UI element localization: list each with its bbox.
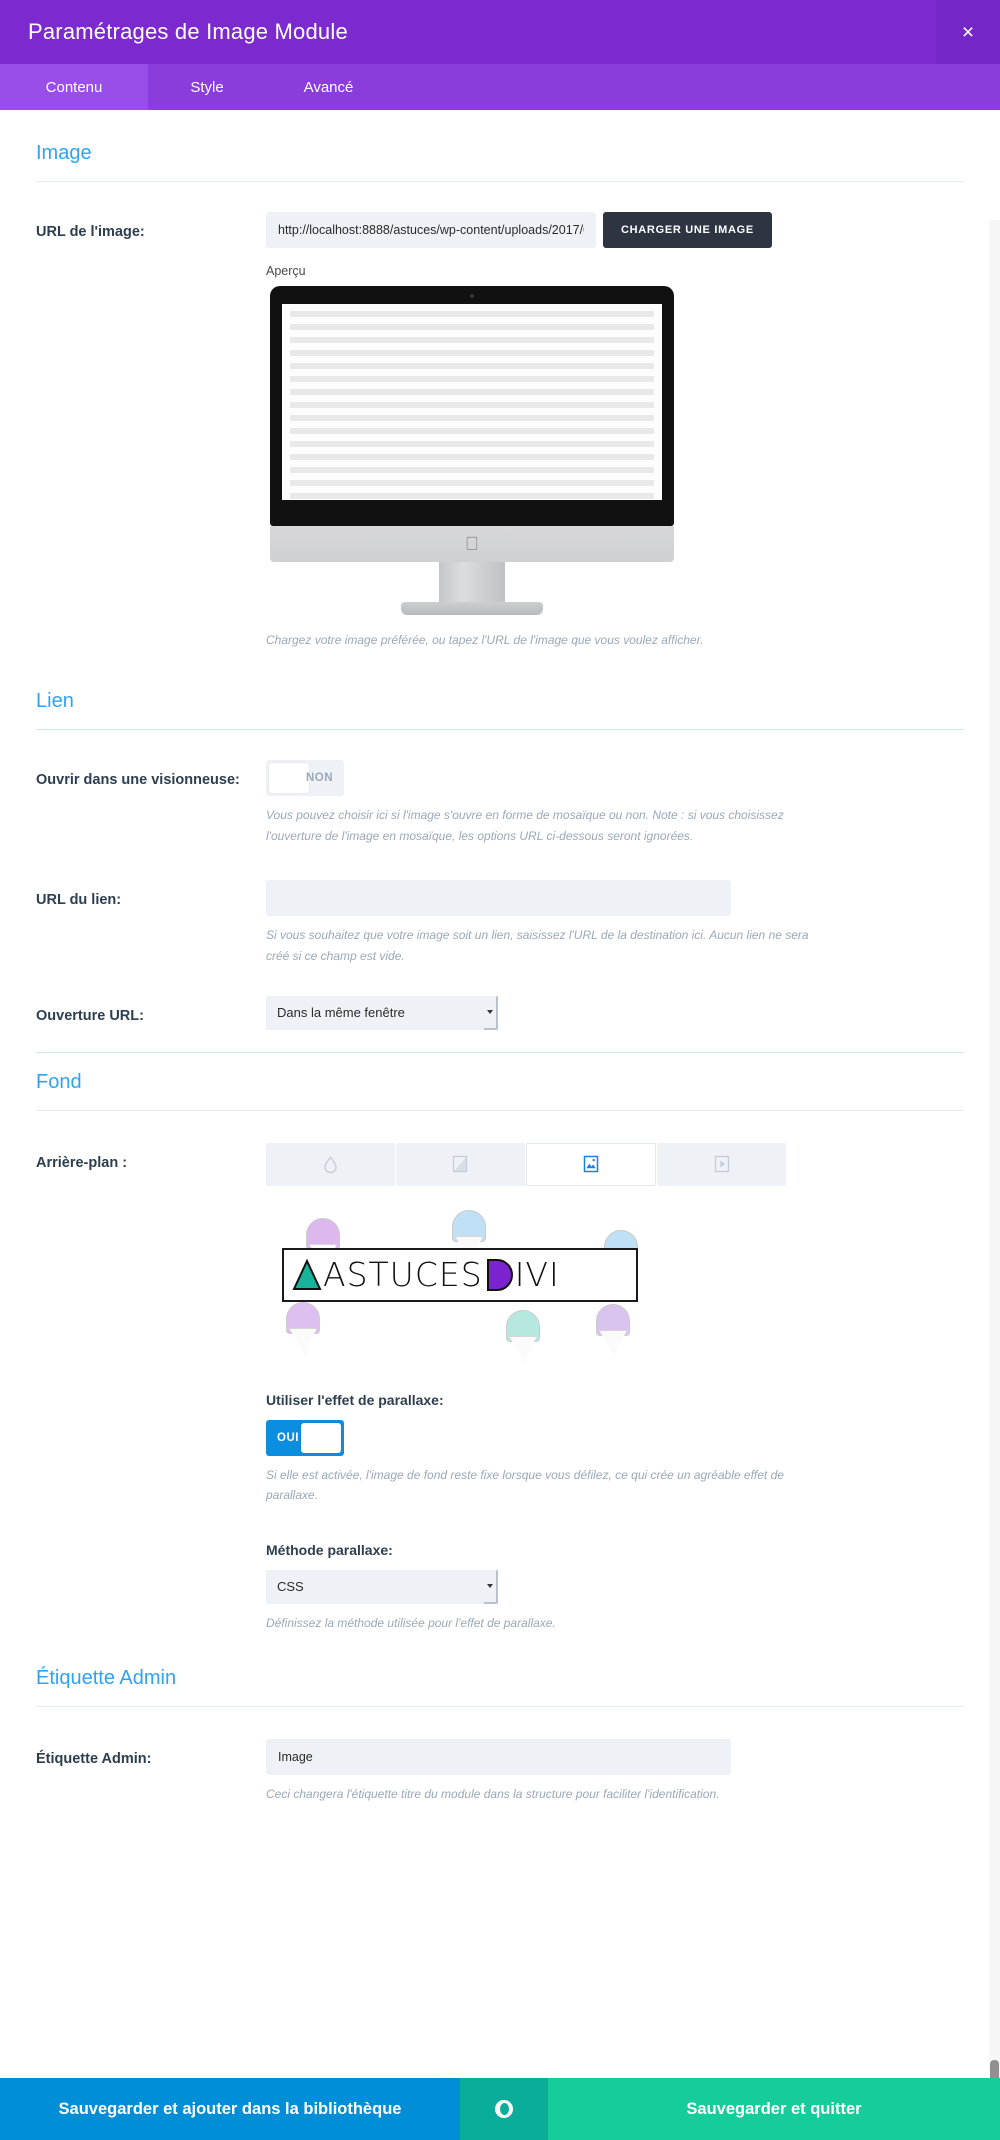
field-background: Arrière-plan : ASTUCES IVI Utiliser l'ef… [36,1111,964,1633]
parallax-method-value: CSS [266,1569,498,1604]
field-label-link-url: URL du lien: [36,892,122,909]
image-icon [583,1156,599,1173]
triangle-logo-icon [292,1258,322,1290]
logo-text: ASTUCES IVI [284,1258,560,1291]
tab-avance[interactable]: Avancé [266,64,391,110]
imac-stand-foot [401,602,543,615]
decor-cone [506,1309,540,1362]
imac-body [270,286,674,526]
field-label-admin: Étiquette Admin: [36,1751,152,1768]
section-title-fond: Fond [36,1070,82,1093]
image-preview:  [266,286,678,616]
background-gradient-tab[interactable] [395,1142,525,1186]
save-to-library-button[interactable]: Sauvegarder et ajouter dans la bibliothè… [0,2078,460,2140]
help-link-url: Si vous souhaitez que votre image soit u… [266,928,809,963]
help-parallax: Si elle est activée, l'image de fond res… [266,1467,784,1503]
logo-letter-d [486,1258,513,1291]
preview-label: Aperçu [266,264,306,278]
background-image-tab[interactable] [525,1142,657,1186]
save-and-exit-button[interactable]: Sauvegarder et quitter [548,2078,1000,2140]
field-open-in-lightbox: Ouvrir dans une visionneuse: NON Vous po… [36,730,964,846]
field-label-background: Arrière-plan : [36,1154,128,1171]
decor-cone [596,1303,630,1356]
parallax-method-select[interactable]: CSS [266,1569,498,1604]
color-fill-icon [324,1155,337,1173]
field-label-image-url: URL de l'image: [36,224,145,240]
gradient-icon [452,1156,468,1173]
section-fond: Fond Arrière-plan : ASTUCES IVI Utiliser… [0,1051,1000,1633]
background-image-preview: ASTUCES IVI [266,1206,964,1366]
field-image-url: URL de l'image: CHARGER UNE IMAGE Aperçu [36,182,964,650]
divi-module-settings-modal: Paramétrages de Image Module × Contenu S… [0,0,1000,2140]
section-title-image: Image [36,142,92,164]
field-link-url: URL du lien: Si vous souhaitez que votre… [36,846,964,966]
imac-illustration:  [266,286,678,616]
background-type-tabs [266,1142,786,1186]
section-title-admin: Étiquette Admin [36,1667,177,1690]
upload-image-button[interactable]: CHARGER UNE IMAGE [603,212,772,248]
admin-label-input[interactable] [266,1739,731,1776]
help-admin-label: Ceci changera l'étiquette titre du modul… [266,1787,720,1802]
video-icon [714,1156,729,1173]
image-url-input[interactable] [266,212,596,248]
astuces-divi-logo: ASTUCES IVI [282,1247,638,1302]
field-admin-label: Étiquette Admin: Ceci changera l'étiquet… [36,1707,964,1804]
chevron-down-icon [484,1569,498,1604]
modal-tabs: Contenu Style Avancé [0,64,1000,110]
decor-cone [286,1301,320,1354]
label-parallax-method: Méthode parallaxe: [266,1541,393,1558]
help-lightbox: Vous pouvez choisir ici si l'image s'ouv… [266,808,784,843]
modal-footer: Sauvegarder et ajouter dans la bibliothè… [0,2078,1000,2140]
tab-contenu[interactable]: Contenu [0,64,148,110]
preview-button[interactable] [460,2078,548,2140]
url-target-select[interactable]: Dans la même fenêtre [266,995,498,1030]
eye-icon [495,2100,513,2118]
link-url-input[interactable] [266,880,731,917]
background-video-tab[interactable] [657,1142,786,1186]
background-color-tab[interactable] [266,1142,395,1186]
section-admin-label: Étiquette Admin Étiquette Admin: Ceci ch… [0,1667,1000,1804]
field-label-lightbox: Ouvrir dans une visionneuse: [36,772,240,789]
modal-header: Paramétrages de Image Module × [0,0,1000,64]
lightbox-toggle[interactable]: NON [266,760,344,797]
toggle-value: NON [305,772,333,785]
logo-text-right: IVI [514,1255,560,1295]
close-icon: × [961,20,975,44]
apple-logo-icon:  [463,534,481,555]
logo-text-left: ASTUCES [323,1255,483,1295]
section-lien: Lien Ouvrir dans une visionneuse: NON Vo… [0,690,1000,1030]
help-parallax-method: Définissez la méthode utilisée pour l'ef… [266,1615,556,1630]
help-image-url: Chargez votre image préférée, ou tapez l… [266,633,704,647]
toggle-value: OUI [277,1431,299,1444]
url-target-value: Dans la même fenêtre [266,995,498,1030]
chevron-down-icon [484,995,498,1030]
imac-camera [470,294,474,298]
label-parallax: Utiliser l'effet de parallaxe: [266,1391,444,1408]
field-label-url-target: Ouverture URL: [36,1007,144,1024]
scrollbar-track[interactable] [989,220,1000,2105]
close-button[interactable]: × [936,0,1000,64]
section-image: Image URL de l'image: CHARGER UNE IMAGE … [0,110,1000,650]
page-title: Paramétrages de Image Module [28,19,348,44]
field-url-target: Ouverture URL: Dans la même fenêtre [36,966,964,1030]
parallax-toggle[interactable]: OUI [266,1419,344,1456]
modal-body: Image URL de l'image: CHARGER UNE IMAGE … [0,110,1000,2105]
section-title-lien: Lien [36,690,74,713]
imac-screen [282,304,662,500]
tab-style[interactable]: Style [148,64,266,110]
